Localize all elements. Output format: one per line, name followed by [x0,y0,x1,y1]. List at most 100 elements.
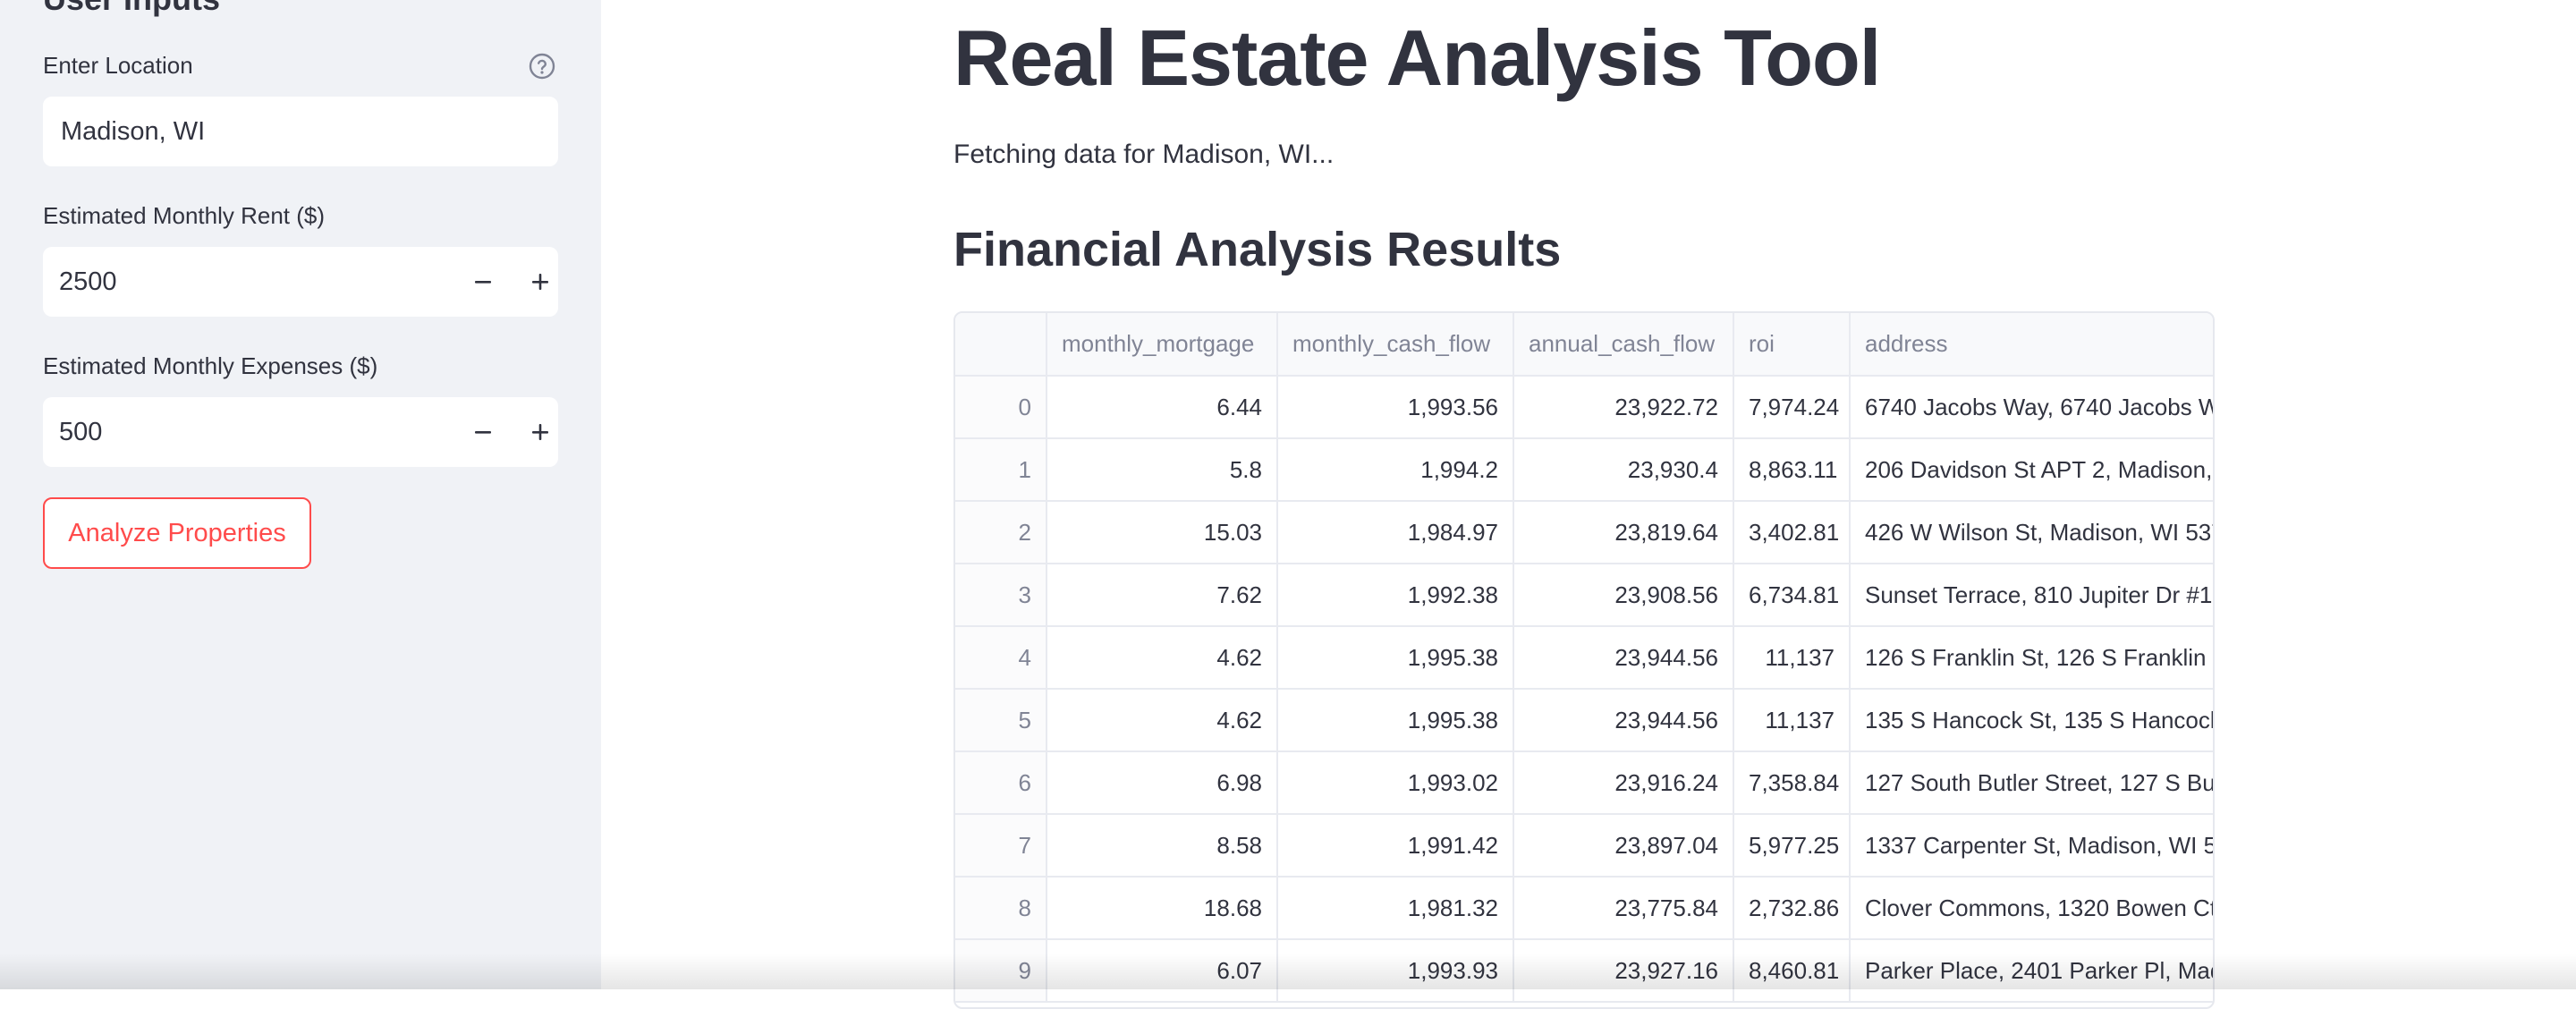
table-cell: Parker Place, 2401 Parker Pl, Madi [1850,939,2215,1002]
table-cell: 126 S Franklin St, 126 S Franklin S [1850,626,2215,689]
table-cell: 11,137 [1733,689,1850,751]
row-index: 9 [955,939,1046,1002]
sidebar: User Inputs Enter Location Estimated Mon… [0,0,601,989]
table-row[interactable]: 54.621,995.3823,944.5611,137135 S Hancoc… [955,689,2215,751]
table-body: 06.441,993.5623,922.727,974.246740 Jacob… [955,376,2215,1002]
table-cell: 4.62 [1046,689,1277,751]
table-row[interactable]: 78.581,991.4223,897.045,977.251337 Carpe… [955,814,2215,877]
table-cell: 1,993.56 [1277,376,1513,438]
rent-decrement-button[interactable] [454,247,512,317]
table-cell: 6.44 [1046,376,1277,438]
table-cell: 23,944.56 [1513,689,1733,751]
main-content: Real Estate Analysis Tool Fetching data … [601,0,2576,989]
table-row[interactable]: 44.621,995.3823,944.5611,137126 S Frankl… [955,626,2215,689]
results-grid: monthly_mortgagemonthly_cash_flowannual_… [955,313,2215,1003]
table-cell: 1,992.38 [1277,564,1513,626]
location-input[interactable] [43,97,558,166]
table-cell: 1,994.2 [1277,438,1513,501]
table-cell: 8,863.11 [1733,438,1850,501]
plus-icon [530,422,550,442]
row-index: 5 [955,689,1046,751]
table-header-row: monthly_mortgagemonthly_cash_flowannual_… [955,313,2215,376]
table-cell: 1337 Carpenter St, Madison, WI 53 [1850,814,2215,877]
table-row[interactable]: 15.81,994.223,930.48,863.11206 Davidson … [955,438,2215,501]
row-index: 4 [955,626,1046,689]
rent-number-input [43,247,558,317]
table-cell: 4.62 [1046,626,1277,689]
table-cell: 1,995.38 [1277,626,1513,689]
table-cell: 1,984.97 [1277,501,1513,564]
table-cell: 5.8 [1046,438,1277,501]
rent-input[interactable] [43,247,436,317]
expenses-number-input [43,397,558,467]
table-cell: 3,402.81 [1733,501,1850,564]
column-header-roi[interactable]: roi [1733,313,1850,376]
table-cell: 7,358.84 [1733,751,1850,814]
table-cell: 23,908.56 [1513,564,1733,626]
table-cell: 7.62 [1046,564,1277,626]
rent-label: Estimated Monthly Rent ($) [43,202,325,230]
table-cell: 23,944.56 [1513,626,1733,689]
table-cell: 23,930.4 [1513,438,1733,501]
page-title: Real Estate Analysis Tool [953,13,1880,104]
table-row[interactable]: 66.981,993.0223,916.247,358.84127 South … [955,751,2215,814]
status-text: Fetching data for Madison, WI... [953,140,1334,170]
table-cell: 1,995.38 [1277,689,1513,751]
table-cell: 8.58 [1046,814,1277,877]
row-index: 7 [955,814,1046,877]
column-header-annual-cash-flow[interactable]: annual_cash_flow [1513,313,1733,376]
row-index: 1 [955,438,1046,501]
row-index: 0 [955,376,1046,438]
section-title: Financial Analysis Results [953,222,1561,277]
results-table[interactable]: monthly_mortgagemonthly_cash_flowannual_… [953,311,2215,1009]
analyze-properties-button[interactable]: Analyze Properties [43,497,311,569]
table-cell: 135 S Hancock St, 135 S Hancock S [1850,689,2215,751]
table-row[interactable]: 06.441,993.5623,922.727,974.246740 Jacob… [955,376,2215,438]
expenses-increment-button[interactable] [512,397,569,467]
column-header-index[interactable] [955,313,1046,376]
table-cell: 426 W Wilson St, Madison, WI 5370 [1850,501,2215,564]
table-cell: 6.07 [1046,939,1277,1002]
table-row[interactable]: 37.621,992.3823,908.566,734.81Sunset Ter… [955,564,2215,626]
table-row[interactable]: 215.031,984.9723,819.643,402.81426 W Wil… [955,501,2215,564]
table-cell: 8,460.81 [1733,939,1850,1002]
table-cell: 6740 Jacobs Way, 6740 Jacobs Wa [1850,376,2215,438]
table-cell: 7,974.24 [1733,376,1850,438]
table-cell: 1,981.32 [1277,877,1513,939]
table-cell: 1,991.42 [1277,814,1513,877]
table-cell: 1,993.93 [1277,939,1513,1002]
column-header-monthly-cash-flow[interactable]: monthly_cash_flow [1277,313,1513,376]
rent-increment-button[interactable] [512,247,569,317]
table-cell: 23,897.04 [1513,814,1733,877]
table-row[interactable]: 96.071,993.9323,927.168,460.81Parker Pla… [955,939,2215,1002]
table-cell: 6,734.81 [1733,564,1850,626]
minus-icon [473,422,493,442]
expenses-input[interactable] [43,397,436,467]
column-header-monthly-mortgage[interactable]: monthly_mortgage [1046,313,1277,376]
table-cell: 23,819.64 [1513,501,1733,564]
row-index: 6 [955,751,1046,814]
location-label: Enter Location [43,52,193,80]
table-cell: 23,922.72 [1513,376,1733,438]
table-cell: 2,732.86 [1733,877,1850,939]
table-cell: Sunset Terrace, 810 Jupiter Dr #10 [1850,564,2215,626]
table-cell: 23,916.24 [1513,751,1733,814]
sidebar-heading: User Inputs [43,0,220,18]
table-row[interactable]: 818.681,981.3223,775.842,732.86Clover Co… [955,877,2215,939]
expenses-label: Estimated Monthly Expenses ($) [43,352,377,380]
row-index: 2 [955,501,1046,564]
table-cell: 23,775.84 [1513,877,1733,939]
expenses-decrement-button[interactable] [454,397,512,467]
table-cell: 6.98 [1046,751,1277,814]
table-cell: 1,993.02 [1277,751,1513,814]
table-cell: 206 Davidson St APT 2, Madison, W [1850,438,2215,501]
table-cell: Clover Commons, 1320 Bowen Ct [1850,877,2215,939]
row-index: 3 [955,564,1046,626]
table-cell: 11,137 [1733,626,1850,689]
table-cell: 18.68 [1046,877,1277,939]
row-index: 8 [955,877,1046,939]
table-cell: 127 South Butler Street, 127 S But [1850,751,2215,814]
table-cell: 15.03 [1046,501,1277,564]
question-circle-icon[interactable] [528,52,556,81]
column-header-address[interactable]: address [1850,313,2215,376]
